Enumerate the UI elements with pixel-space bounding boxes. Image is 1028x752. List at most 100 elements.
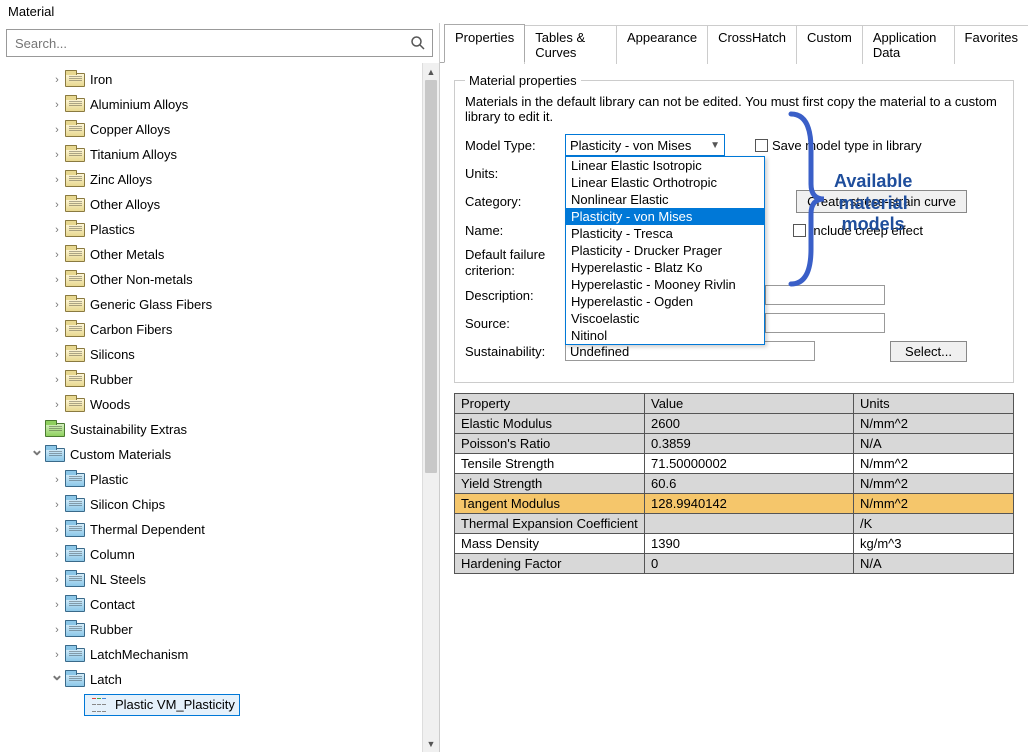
table-row[interactable]: Poisson's Ratio0.3859N/A [455,434,1014,454]
dropdown-item[interactable]: Nonlinear Elastic [566,191,764,208]
include-creep-checkbox[interactable]: Include creep effect [793,223,923,238]
chevron-right-icon[interactable]: › [50,599,64,611]
table-row[interactable]: Yield Strength60.6N/mm^2 [455,474,1014,494]
tree-item[interactable]: ⌄Latch [30,667,422,692]
create-curve-button[interactable]: Create stress-strain curve [796,190,967,213]
dropdown-item[interactable]: Viscoelastic [566,310,764,327]
tab-crosshatch[interactable]: CrossHatch [707,25,797,64]
chevron-right-icon[interactable]: › [50,249,64,261]
tree-item[interactable]: ›Carbon Fibers [30,317,422,342]
chevron-right-icon[interactable]: › [50,74,64,86]
chevron-right-icon[interactable]: › [50,474,64,486]
value-cell[interactable]: 2600 [645,414,854,434]
table-row[interactable]: Tangent Modulus128.9940142N/mm^2 [455,494,1014,514]
tab-properties[interactable]: Properties [444,24,525,63]
tree-item[interactable]: ›NL Steels [30,567,422,592]
properties-table[interactable]: PropertyValueUnits Elastic Modulus2600N/… [454,393,1014,574]
tab-favorites[interactable]: Favorites [954,25,1028,64]
chevron-right-icon[interactable]: › [50,399,64,411]
value-cell[interactable]: 0.3859 [645,434,854,454]
chevron-right-icon[interactable]: › [50,549,64,561]
chevron-right-icon[interactable]: › [50,374,64,386]
tree-item[interactable]: ›Other Metals [30,242,422,267]
checkbox-icon[interactable] [755,139,768,152]
scroll-thumb[interactable] [425,80,437,473]
dropdown-item[interactable]: Linear Elastic Orthotropic [566,174,764,191]
chevron-right-icon[interactable]: › [50,224,64,236]
table-row[interactable]: Thermal Expansion Coefficient/K [455,514,1014,534]
tree-item[interactable]: ›Plastic VM_Plasticity [30,692,422,717]
chevron-right-icon[interactable]: › [50,124,64,136]
tree-item[interactable]: ›Silicons [30,342,422,367]
dropdown-item[interactable]: Nitinol [566,327,764,344]
tree-item[interactable]: ›Sustainability Extras [30,417,422,442]
dropdown-item[interactable]: Hyperelastic - Blatz Ko [566,259,764,276]
chevron-right-icon[interactable]: › [50,299,64,311]
dropdown-item[interactable]: Plasticity - von Mises [566,208,764,225]
table-header[interactable]: Units [854,394,1014,414]
dropdown-item[interactable]: Hyperelastic - Mooney Rivlin [566,276,764,293]
table-row[interactable]: Tensile Strength71.50000002N/mm^2 [455,454,1014,474]
table-header[interactable]: Property [455,394,645,414]
chevron-right-icon[interactable]: › [50,174,64,186]
value-cell[interactable] [645,514,854,534]
chevron-right-icon[interactable]: › [50,649,64,661]
tab-application-data[interactable]: Application Data [862,25,955,64]
dropdown-item[interactable]: Linear Elastic Isotropic [566,157,764,174]
tree-item[interactable]: ›Zinc Alloys [30,167,422,192]
material-tree[interactable]: ›Iron›Aluminium Alloys›Copper Alloys›Tit… [0,63,422,752]
value-cell[interactable]: 71.50000002 [645,454,854,474]
tree-item[interactable]: ›Rubber [30,617,422,642]
chevron-right-icon[interactable]: › [50,524,64,536]
tree-item[interactable]: ›Copper Alloys [30,117,422,142]
table-row[interactable]: Mass Density1390kg/m^3 [455,534,1014,554]
tree-scrollbar[interactable]: ▲ ▼ [422,63,439,752]
tree-item[interactable]: ›Contact [30,592,422,617]
search-input[interactable] [6,29,433,57]
chevron-right-icon[interactable]: › [50,149,64,161]
tree-item[interactable]: ›Aluminium Alloys [30,92,422,117]
chevron-right-icon[interactable]: › [50,574,64,586]
table-row[interactable]: Elastic Modulus2600N/mm^2 [455,414,1014,434]
tree-item[interactable]: ›Other Non-metals [30,267,422,292]
description-input[interactable] [765,285,885,305]
scroll-down-icon[interactable]: ▼ [423,735,439,752]
tree-item[interactable]: ›Iron [30,67,422,92]
chevron-down-icon[interactable]: ⌄ [50,671,64,681]
tree-item[interactable]: ›Silicon Chips [30,492,422,517]
tab-custom[interactable]: Custom [796,25,863,64]
table-row[interactable]: Hardening Factor0N/A [455,554,1014,574]
scroll-up-icon[interactable]: ▲ [423,63,439,80]
tree-item[interactable]: ›Other Alloys [30,192,422,217]
model-type-dropdown[interactable]: Linear Elastic IsotropicLinear Elastic O… [565,156,765,345]
tree-item[interactable]: ›Plastics [30,217,422,242]
chevron-right-icon[interactable]: › [50,349,64,361]
tree-item[interactable]: ⌄Custom Materials [30,442,422,467]
tab-appearance[interactable]: Appearance [616,25,708,64]
dropdown-item[interactable]: Plasticity - Tresca [566,225,764,242]
chevron-right-icon[interactable]: › [50,624,64,636]
save-model-checkbox[interactable]: Save model type in library [755,138,922,153]
dropdown-item[interactable]: Hyperelastic - Ogden [566,293,764,310]
tree-item[interactable]: ›Titanium Alloys [30,142,422,167]
tree-item[interactable]: ›Rubber [30,367,422,392]
chevron-right-icon[interactable]: › [50,499,64,511]
tree-item[interactable]: ›Woods [30,392,422,417]
value-cell[interactable]: 1390 [645,534,854,554]
tree-item[interactable]: ›Plastic [30,467,422,492]
select-button[interactable]: Select... [890,341,967,362]
tab-tables-curves[interactable]: Tables & Curves [524,25,617,64]
chevron-right-icon[interactable]: › [50,274,64,286]
tree-item[interactable]: ›Column [30,542,422,567]
chevron-down-icon[interactable]: ⌄ [30,446,44,456]
tree-item[interactable]: ›Thermal Dependent [30,517,422,542]
value-cell[interactable]: 60.6 [645,474,854,494]
model-type-combo[interactable]: Plasticity - von Mises ▼ Linear Elastic … [565,134,725,156]
value-cell[interactable]: 0 [645,554,854,574]
tree-item[interactable]: ›Generic Glass Fibers [30,292,422,317]
checkbox-icon[interactable] [793,224,806,237]
table-header[interactable]: Value [645,394,854,414]
dropdown-item[interactable]: Plasticity - Drucker Prager [566,242,764,259]
chevron-right-icon[interactable]: › [50,324,64,336]
value-cell[interactable]: 128.9940142 [645,494,854,514]
